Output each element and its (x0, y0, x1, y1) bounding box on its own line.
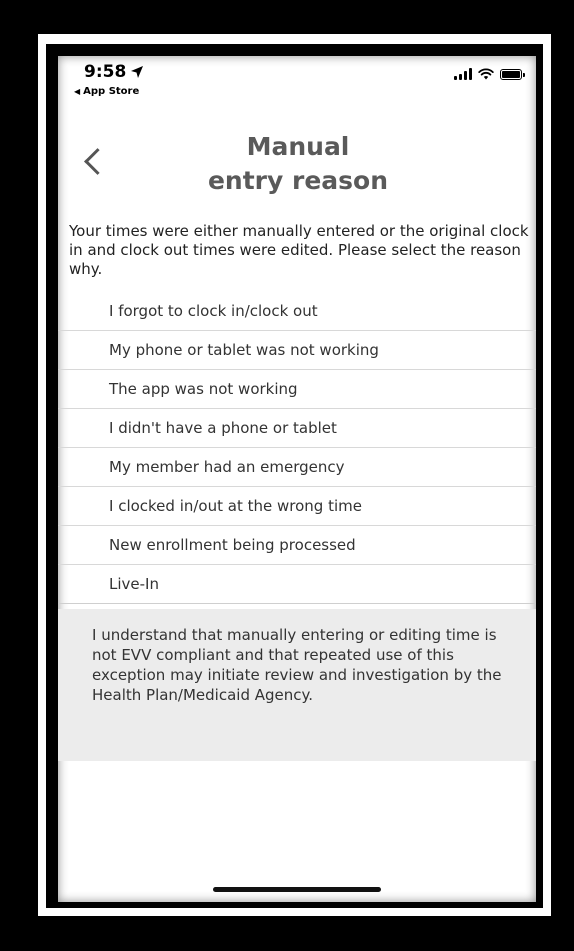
phone-screen: 9:58 ◀ App Store Manual entry reason You… (58, 56, 536, 902)
location-arrow-icon (131, 66, 144, 78)
evv-disclaimer: I understand that manually entering or e… (58, 609, 536, 761)
nav-header: Manual entry reason (58, 126, 536, 206)
status-bar: 9:58 ◀ App Store (58, 56, 536, 106)
reason-option[interactable]: My member had an emergency (58, 448, 536, 487)
page-title: Manual entry reason (158, 130, 438, 198)
reason-option[interactable]: I didn't have a phone or tablet (58, 409, 536, 448)
reason-option[interactable]: I forgot to clock in/clock out (58, 292, 536, 331)
back-chevron-icon[interactable] (84, 148, 111, 175)
clock-text: 9:58 (84, 62, 127, 82)
intro-text: Your times were either manually entered … (69, 222, 529, 278)
back-triangle-icon: ◀ (74, 87, 81, 96)
wifi-icon (478, 68, 494, 80)
cellular-signal-icon (454, 68, 472, 80)
page-title-line2: entry reason (207, 166, 389, 195)
reason-option[interactable]: New enrollment being processed (58, 526, 536, 565)
battery-icon (500, 68, 525, 80)
status-time: 9:58 (84, 62, 144, 82)
back-to-app-store-link[interactable]: ◀ App Store (74, 86, 139, 97)
reason-option[interactable]: Live-In (58, 565, 536, 604)
reason-option[interactable]: My phone or tablet was not working (58, 331, 536, 370)
reason-option[interactable]: I clocked in/out at the wrong time (58, 487, 536, 526)
page-title-line1: Manual (246, 132, 350, 161)
reason-options-list: I forgot to clock in/clock out My phone … (58, 292, 536, 604)
reason-option[interactable]: The app was not working (58, 370, 536, 409)
status-icons (454, 68, 525, 80)
back-app-label: App Store (83, 86, 140, 97)
home-indicator[interactable] (213, 887, 381, 892)
